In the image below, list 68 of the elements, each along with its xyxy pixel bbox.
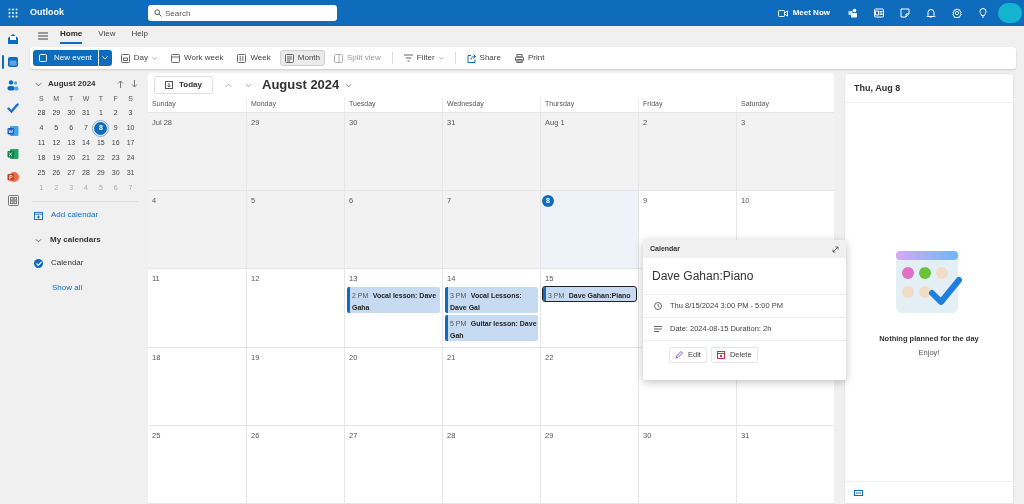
calendar-add-icon: [34, 210, 43, 220]
toolbar-button[interactable]: Month: [279, 50, 325, 66]
calendar-checkbox[interactable]: [34, 258, 43, 268]
people-icon[interactable]: [7, 79, 19, 91]
bell-icon[interactable]: [926, 8, 936, 18]
ribbon-tab[interactable]: Help: [131, 28, 148, 44]
section-heading[interactable]: My calendars: [50, 234, 101, 246]
chevron-down-icon[interactable]: [35, 237, 42, 243]
app-launcher-icon[interactable]: [8, 8, 18, 18]
printer-icon: [514, 53, 524, 63]
people-icon[interactable]: [848, 8, 858, 18]
toolbar-button[interactable]: Day: [115, 50, 163, 66]
checkmark-icon[interactable]: [7, 102, 19, 114]
show-all-link[interactable]: Show all: [52, 282, 83, 294]
caret-icon: [152, 56, 158, 60]
calendar-name[interactable]: Calendar: [51, 257, 84, 269]
arrow-down-icon[interactable]: [131, 80, 138, 88]
toolbar-button[interactable]: Print: [509, 50, 550, 66]
month-label: August 2024: [48, 78, 96, 90]
video-camera-icon: [777, 9, 788, 17]
calendar-week-icon: [237, 53, 247, 63]
dropdown-button[interactable]: [98, 50, 112, 66]
filter-icon: [403, 54, 413, 62]
expand-icon[interactable]: [832, 245, 839, 253]
toolbar-button[interactable]: Work week: [166, 50, 229, 66]
pencil-icon: [675, 351, 683, 359]
meet-now-button[interactable]: Meet Now: [777, 7, 830, 19]
calendar-day-icon: [120, 53, 130, 63]
ribbon-tab[interactable]: Home: [60, 28, 83, 44]
calendar-today-icon: [165, 81, 173, 89]
month-title[interactable]: August 2024: [262, 75, 340, 95]
search-icon: [154, 9, 162, 17]
powerpoint-icon[interactable]: [7, 171, 19, 183]
mail-icon[interactable]: [7, 33, 19, 45]
toolbar-button[interactable]: Week: [232, 50, 276, 66]
panel-icon[interactable]: [854, 489, 863, 496]
share-icon: [466, 53, 476, 63]
toolbar-button[interactable]: Filter: [398, 50, 449, 66]
calendar-illustration: [894, 248, 964, 315]
toolbar-button[interactable]: Share: [461, 50, 506, 66]
calendar-delete-icon: [716, 351, 725, 359]
note-icon[interactable]: [900, 8, 910, 18]
app-title[interactable]: Outlook: [30, 6, 148, 20]
agenda-date: Thu, Aug 8: [845, 74, 1013, 103]
apps-icon[interactable]: [7, 194, 19, 206]
lightbulb-icon[interactable]: [978, 8, 988, 18]
calendar-icon: [39, 54, 47, 62]
chevron-down-icon[interactable]: [35, 81, 42, 87]
add-calendar-link[interactable]: Add calendar: [51, 209, 99, 221]
calendar-icon[interactable]: [7, 56, 19, 68]
arrow-up-icon[interactable]: [117, 80, 124, 88]
notes-icon: [654, 326, 662, 332]
search-field[interactable]: Search: [148, 5, 337, 21]
document-icon[interactable]: [874, 8, 884, 18]
settings-icon[interactable]: [952, 8, 962, 18]
event-title: Dave Gahan:Piano: [643, 258, 846, 295]
clock-icon: [654, 302, 662, 310]
ribbon-tab[interactable]: View: [98, 28, 116, 44]
menu-icon[interactable]: [38, 32, 48, 40]
split-view-icon: [334, 53, 343, 63]
today-button[interactable]: Today: [154, 76, 213, 94]
excel-icon[interactable]: [7, 148, 19, 160]
word-icon[interactable]: [7, 125, 19, 137]
calendar-month-icon: [284, 53, 294, 63]
caret-icon: [438, 56, 444, 60]
calendar-icon: [171, 53, 181, 63]
new-event-button[interactable]: New event: [33, 50, 98, 66]
chevron-down-icon: [102, 56, 109, 60]
